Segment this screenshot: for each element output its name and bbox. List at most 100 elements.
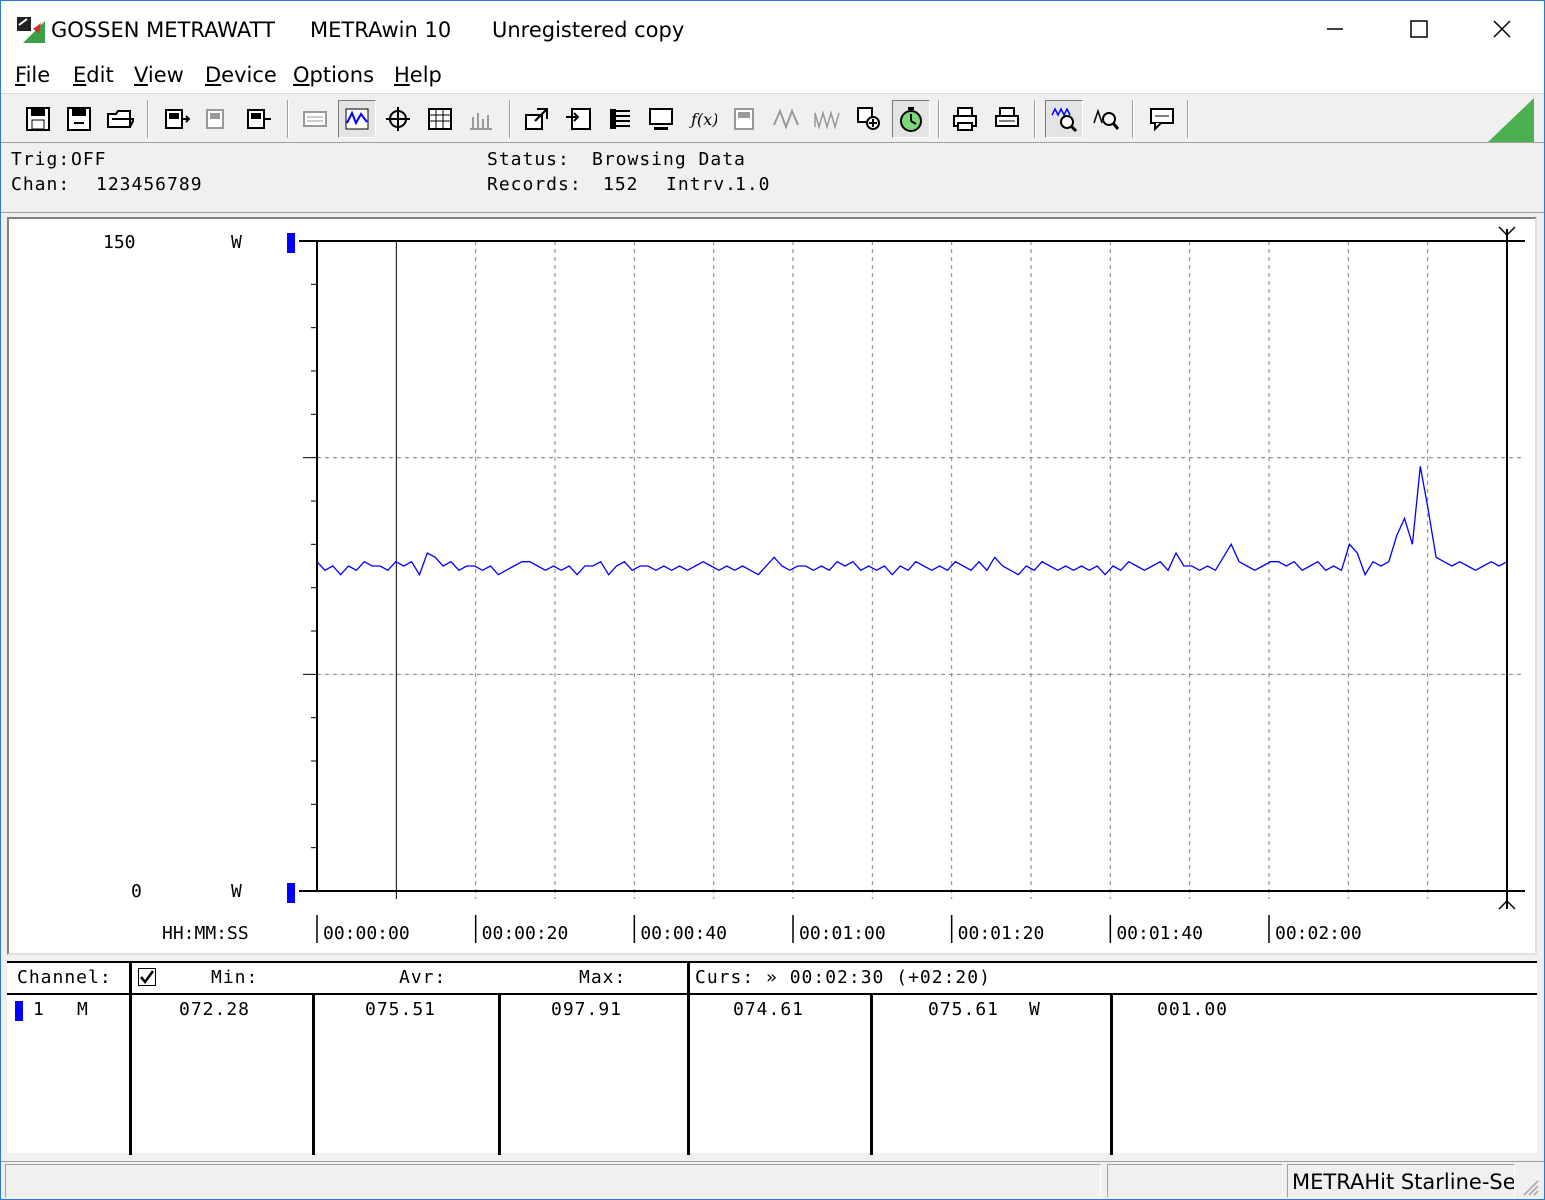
row-unit: W — [1029, 999, 1041, 1020]
chart-cursor[interactable] — [1498, 226, 1516, 910]
save-as-icon — [67, 107, 91, 131]
row-extra: 001.00 — [1157, 999, 1229, 1020]
col-cursor: Curs: » 00:02:30 (+02:20) — [695, 967, 991, 988]
status-label: Status: — [487, 149, 570, 170]
menu-options[interactable]: Options — [293, 63, 374, 87]
zoom-wave-icon — [1051, 107, 1078, 133]
status-value: Browsing Data — [592, 149, 746, 170]
col-avr: Avr: — [399, 967, 447, 988]
display-mode-button[interactable] — [296, 100, 334, 138]
list-button[interactable] — [601, 100, 639, 138]
intrv-value: 1.0 — [735, 174, 771, 195]
x-tick-label: 00:01:20 — [958, 923, 1045, 944]
menu-help[interactable]: Help — [394, 63, 442, 87]
crosshair-button[interactable] — [379, 100, 417, 138]
maximize-button[interactable] — [1377, 1, 1461, 57]
channel-marker-top[interactable] — [287, 233, 295, 253]
channel-marker-bottom[interactable] — [287, 883, 295, 903]
device-send-icon — [247, 109, 271, 129]
maximize-icon — [1410, 20, 1428, 38]
device-disabled-button[interactable] — [198, 100, 236, 138]
app-window: GOSSEN METRAWATT METRAwin 10 Unregistere… — [0, 0, 1545, 1200]
line-chart[interactable]: 150 W 0 W HH:MM:SS 00:00:00 00:00:20 00:00… — [9, 219, 1535, 953]
records-label: Records: — [487, 174, 582, 195]
x-tick-label: 00:00:40 — [640, 923, 727, 944]
meter-button[interactable] — [725, 100, 763, 138]
minimize-button[interactable] — [1293, 1, 1377, 57]
close-button[interactable] — [1460, 1, 1544, 57]
channel-table: Channel: Min: Avr: Max: Curs: » 00:02:30… — [7, 961, 1537, 1155]
monitor-icon — [649, 108, 673, 130]
printer-icon — [953, 107, 977, 131]
row-min: 072.28 — [179, 999, 251, 1020]
open-folder-icon — [107, 110, 134, 128]
app-title: METRAwin 10 — [310, 18, 452, 42]
menu-file[interactable]: File — [15, 63, 50, 87]
row-mode: M — [77, 999, 89, 1020]
status-cell-mid — [1107, 1164, 1283, 1198]
multi-wave-icon — [814, 110, 840, 130]
device-read-button[interactable] — [157, 100, 195, 138]
channel-checkbox[interactable] — [138, 968, 156, 986]
recording-button[interactable] — [892, 100, 930, 138]
zoom-settings-button[interactable] — [850, 100, 888, 138]
svg-text:ƒ(x): ƒ(x) — [689, 110, 717, 129]
function-button[interactable]: ƒ(x) — [684, 100, 722, 138]
table-icon — [428, 108, 452, 130]
menu-view[interactable]: View — [134, 63, 184, 87]
multi-wave-button[interactable] — [808, 100, 846, 138]
chart-panel[interactable]: 150 W 0 W HH:MM:SS 00:00:00 00:00:20 00:00… — [7, 217, 1537, 955]
gossen-logo-icon — [17, 17, 45, 43]
y-unit-top: W — [231, 232, 242, 253]
zoom-data-button[interactable] — [1045, 100, 1083, 138]
save-as-button[interactable] — [60, 100, 98, 138]
printer-alt-icon — [995, 107, 1019, 127]
save-button[interactable] — [19, 100, 57, 138]
y-unit-bottom: W — [231, 881, 242, 902]
list-icon — [610, 109, 630, 129]
menu-device[interactable]: Device — [205, 63, 277, 87]
x-tick-label: 00:01:00 — [799, 923, 886, 944]
line-chart-view-button[interactable] — [338, 100, 376, 138]
comment-button[interactable] — [1143, 100, 1181, 138]
table-view-button[interactable] — [421, 100, 459, 138]
row-max: 097.91 — [551, 999, 623, 1020]
zoom-button[interactable] — [1087, 100, 1125, 138]
display-mode-icon — [303, 111, 327, 127]
x-axis-label: HH:MM:SS — [162, 923, 249, 944]
intrv-label: Intrv. — [666, 174, 738, 195]
minimize-icon — [1327, 28, 1343, 30]
x-tick-labels: 00:00:00 00:00:20 00:00:40 00:01:00 00:01:20… — [316, 915, 1362, 944]
x-tick-label: 00:01:40 — [1116, 923, 1203, 944]
print-preview-button[interactable] — [988, 100, 1026, 138]
zoom-icon — [1093, 108, 1120, 130]
waveform-button[interactable] — [767, 100, 805, 138]
row-channel-num: 1 — [33, 999, 45, 1020]
chan-value: 123456789 — [96, 174, 203, 195]
checkmark-icon — [140, 970, 155, 985]
save-disk-icon — [26, 107, 50, 131]
registration-note: Unregistered copy — [492, 18, 685, 42]
bar-view-button[interactable] — [462, 100, 500, 138]
device-send-button[interactable] — [239, 100, 277, 138]
title-bar[interactable]: GOSSEN METRAWATT METRAwin 10 Unregistere… — [1, 1, 1544, 57]
import-button[interactable] — [559, 100, 597, 138]
print-button[interactable] — [946, 100, 984, 138]
records-value: 152 — [603, 174, 639, 195]
import-icon — [566, 108, 591, 130]
crosshair-icon — [386, 107, 410, 131]
monitor-button[interactable] — [642, 100, 680, 138]
chart-grid — [317, 241, 1525, 899]
row-cursor-value: 074.61 — [733, 999, 805, 1020]
channel-color-marker — [15, 1001, 23, 1021]
menu-edit[interactable]: Edit — [73, 63, 114, 87]
resize-grip-icon[interactable] — [1518, 1175, 1540, 1197]
open-button[interactable] — [101, 100, 139, 138]
col-channel: Channel: — [17, 967, 112, 988]
brand-triangle-icon — [1488, 98, 1534, 142]
y-max-label: 150 — [103, 232, 136, 253]
settings-zoom-icon — [857, 107, 880, 130]
col-min: Min: — [211, 967, 259, 988]
row-cursor-value-2: 075.61 — [928, 999, 1000, 1020]
export-button[interactable] — [518, 100, 556, 138]
